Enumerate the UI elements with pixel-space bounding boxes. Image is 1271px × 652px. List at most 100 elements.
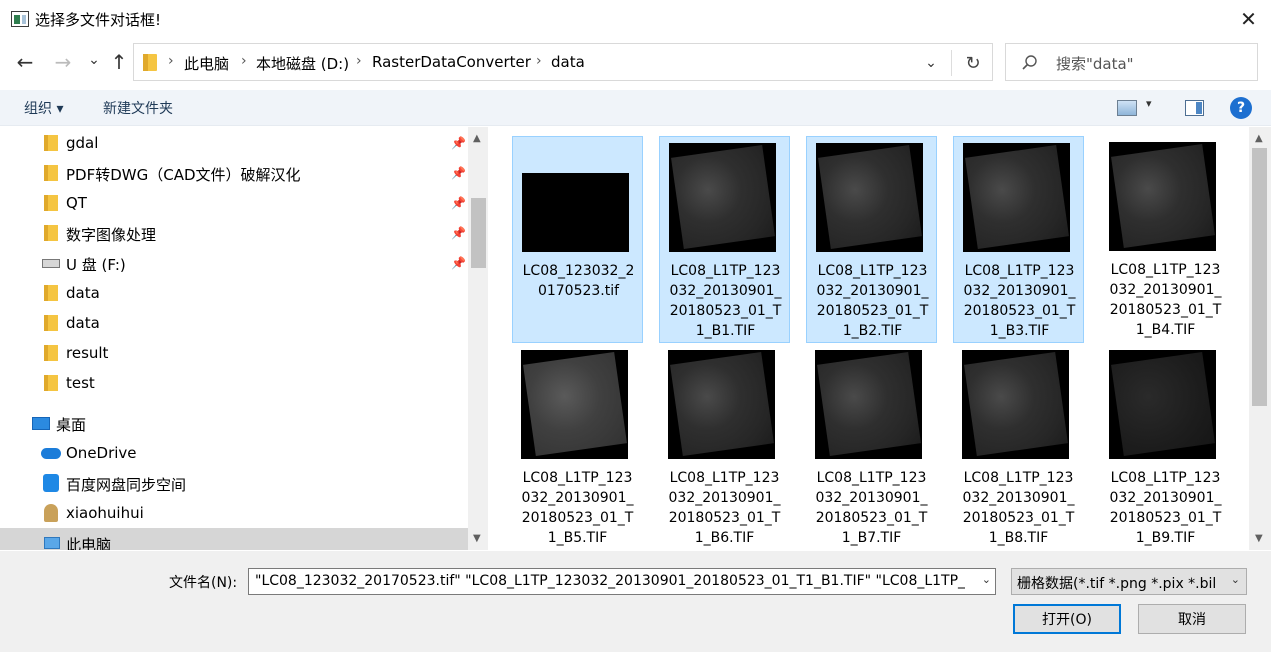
sidebar-item-label: test [66, 374, 95, 392]
breadcrumb-this-pc[interactable]: 此电脑 [184, 53, 229, 74]
file-tile[interactable]: LC08_L1TP_123 032_20130901_ 20180523_01_… [806, 344, 937, 550]
chevron-right-icon[interactable]: › [536, 53, 542, 69]
chevron-down-icon[interactable]: ⌄ [1231, 573, 1240, 586]
scroll-up-arrow-icon[interactable]: ▲ [1255, 133, 1263, 144]
refresh-button[interactable]: ↻ [960, 50, 986, 76]
help-icon[interactable]: ? [1230, 97, 1252, 119]
navigation-scroll-thumb[interactable] [471, 198, 486, 268]
filetype-value: 栅格数据(*.tif *.png *.pix *.bil [1017, 576, 1217, 592]
file-name: LC08_L1TP_123 032_20130901_ 20180523_01_… [669, 263, 782, 339]
sidebar-item-gdal[interactable]: gdal 📌 [0, 128, 468, 158]
file-name: LC08_L1TP_123 032_20130901_ 20180523_01_… [816, 263, 929, 339]
cancel-button[interactable]: 取消 [1138, 604, 1246, 634]
file-tile[interactable]: LC08_L1TP_123 032_20130901_ 20180523_01_… [806, 136, 937, 343]
sidebar-item-label: data [66, 314, 100, 332]
chevron-down-icon[interactable]: ⌄ [982, 573, 991, 586]
filename-value[interactable]: "LC08_123032_20170523.tif" "LC08_L1TP_12… [255, 573, 965, 589]
sidebar-item-test[interactable]: test [0, 368, 468, 398]
sidebar-item-data-2[interactable]: data [0, 308, 468, 338]
file-name: LC08_L1TP_123 032_20130901_ 20180523_01_… [1109, 262, 1222, 338]
file-thumbnail [1109, 350, 1216, 459]
navigation-scrollbar[interactable]: ▲ ▼ [468, 127, 488, 550]
sidebar-item-baidu-netdisk[interactable]: 百度网盘同步空间 [0, 468, 468, 498]
navigation-pane[interactable]: gdal 📌 PDF转DWG（CAD文件）破解汉化 📌 QT 📌 数字图像处理 … [0, 127, 470, 550]
file-tile[interactable]: LC08_L1TP_123 032_20130901_ 20180523_01_… [659, 136, 790, 343]
user-icon [44, 504, 58, 522]
file-tile[interactable]: LC08_L1TP_123 032_20130901_ 20180523_01_… [512, 344, 643, 550]
dialog-footer [0, 551, 1271, 652]
file-name: LC08_L1TP_123 032_20130901_ 20180523_01_… [963, 263, 1076, 339]
file-thumbnail [962, 350, 1069, 459]
view-options-dropdown[interactable]: ▾ [1146, 97, 1152, 110]
search-input[interactable]: 搜索"data" [1005, 43, 1258, 81]
sidebar-item-user[interactable]: xiaohuihui [0, 498, 468, 528]
file-thumbnail [669, 143, 776, 252]
sidebar-item-pdf2dwg[interactable]: PDF转DWG（CAD文件）破解汉化 📌 [0, 158, 468, 188]
file-tile[interactable]: LC08_L1TP_123 032_20130901_ 20180523_01_… [953, 136, 1084, 343]
file-thumbnail [522, 173, 629, 252]
sidebar-item-data[interactable]: data [0, 278, 468, 308]
sidebar-item-this-pc[interactable]: 此电脑 [0, 528, 468, 550]
sidebar-item-label: gdal [66, 134, 99, 152]
scroll-down-arrow-icon[interactable]: ▼ [473, 533, 481, 544]
breadcrumb-data[interactable]: data [551, 53, 585, 71]
folder-icon [44, 225, 58, 241]
forward-button[interactable]: → [49, 48, 77, 76]
filename-label: 文件名(N): [169, 575, 238, 591]
filename-combobox[interactable]: "LC08_123032_20170523.tif" "LC08_L1TP_12… [248, 568, 996, 595]
address-dropdown-button[interactable]: ⌄ [918, 50, 944, 76]
breadcrumb-drive-d[interactable]: 本地磁盘 (D:) [256, 53, 349, 74]
file-tile[interactable]: LC08_123032_2 0170523.tif [512, 136, 643, 343]
sidebar-item-image-processing[interactable]: 数字图像处理 📌 [0, 218, 468, 248]
filetype-select[interactable]: 栅格数据(*.tif *.png *.pix *.bil ⌄ [1011, 568, 1247, 595]
pin-icon: 📌 [451, 166, 466, 180]
sidebar-item-label: PDF转DWG（CAD文件）破解汉化 [66, 166, 301, 184]
file-name: LC08_L1TP_123 032_20130901_ 20180523_01_… [1109, 470, 1222, 546]
sidebar-item-label: OneDrive [66, 444, 137, 462]
folder-icon [143, 54, 157, 71]
breadcrumb-rasterdataconverter[interactable]: RasterDataConverter [372, 53, 531, 71]
sidebar-item-desktop[interactable]: 桌面 [0, 408, 468, 438]
window-title: 选择多文件对话框! [35, 11, 162, 29]
close-button[interactable]: ✕ [1226, 0, 1271, 38]
chevron-right-icon[interactable]: › [168, 53, 174, 69]
sidebar-item-label: 桌面 [56, 416, 87, 434]
folder-icon [44, 135, 58, 151]
chevron-right-icon[interactable]: › [241, 53, 247, 69]
file-name: LC08_L1TP_123 032_20130901_ 20180523_01_… [815, 470, 928, 546]
sidebar-item-label: data [66, 284, 100, 302]
usb-drive-icon [42, 259, 60, 268]
scroll-down-arrow-icon[interactable]: ▼ [1255, 533, 1263, 544]
file-tile[interactable]: LC08_L1TP_123 032_20130901_ 20180523_01_… [659, 344, 790, 550]
preview-pane-icon[interactable] [1185, 100, 1204, 116]
file-tile[interactable]: LC08_L1TP_123 032_20130901_ 20180523_01_… [953, 344, 1084, 550]
sidebar-item-qt[interactable]: QT 📌 [0, 188, 468, 218]
baidu-netdisk-icon [43, 474, 59, 492]
file-grid-scroll-thumb[interactable] [1252, 148, 1267, 406]
file-tile[interactable]: LC08_L1TP_123 032_20130901_ 20180523_01_… [1100, 136, 1231, 343]
sidebar-item-usb-drive[interactable]: U 盘 (F:) 📌 [0, 248, 468, 278]
pin-icon: 📌 [451, 196, 466, 210]
file-grid[interactable]: LC08_123032_2 0170523.tif LC08_L1TP_123 … [490, 127, 1248, 550]
recent-locations-button[interactable]: ⌄ [80, 46, 108, 74]
file-tile[interactable]: LC08_L1TP_123 032_20130901_ 20180523_01_… [1100, 344, 1231, 550]
open-button[interactable]: 打开(O) [1013, 604, 1121, 634]
search-icon [1022, 55, 1037, 70]
file-thumbnail [816, 143, 923, 252]
sidebar-item-label: result [66, 344, 109, 362]
file-thumbnail [963, 143, 1070, 252]
divider [951, 50, 952, 76]
address-bar[interactable]: › 此电脑 › 本地磁盘 (D:) › RasterDataConverter … [133, 43, 993, 81]
chevron-right-icon[interactable]: › [356, 53, 362, 69]
up-button[interactable]: ↑ [105, 48, 133, 76]
organize-menu-button[interactable]: 组织 ▾ [24, 98, 63, 118]
scroll-up-arrow-icon[interactable]: ▲ [473, 133, 481, 144]
change-view-icon[interactable] [1117, 100, 1137, 116]
new-folder-button[interactable]: 新建文件夹 [103, 98, 173, 118]
command-bar [0, 90, 1271, 126]
sidebar-item-result[interactable]: result [0, 338, 468, 368]
pin-icon: 📌 [451, 226, 466, 240]
file-name: LC08_123032_2 0170523.tif [522, 263, 635, 299]
sidebar-item-onedrive[interactable]: OneDrive [0, 438, 468, 468]
back-button[interactable]: ← [11, 48, 39, 76]
